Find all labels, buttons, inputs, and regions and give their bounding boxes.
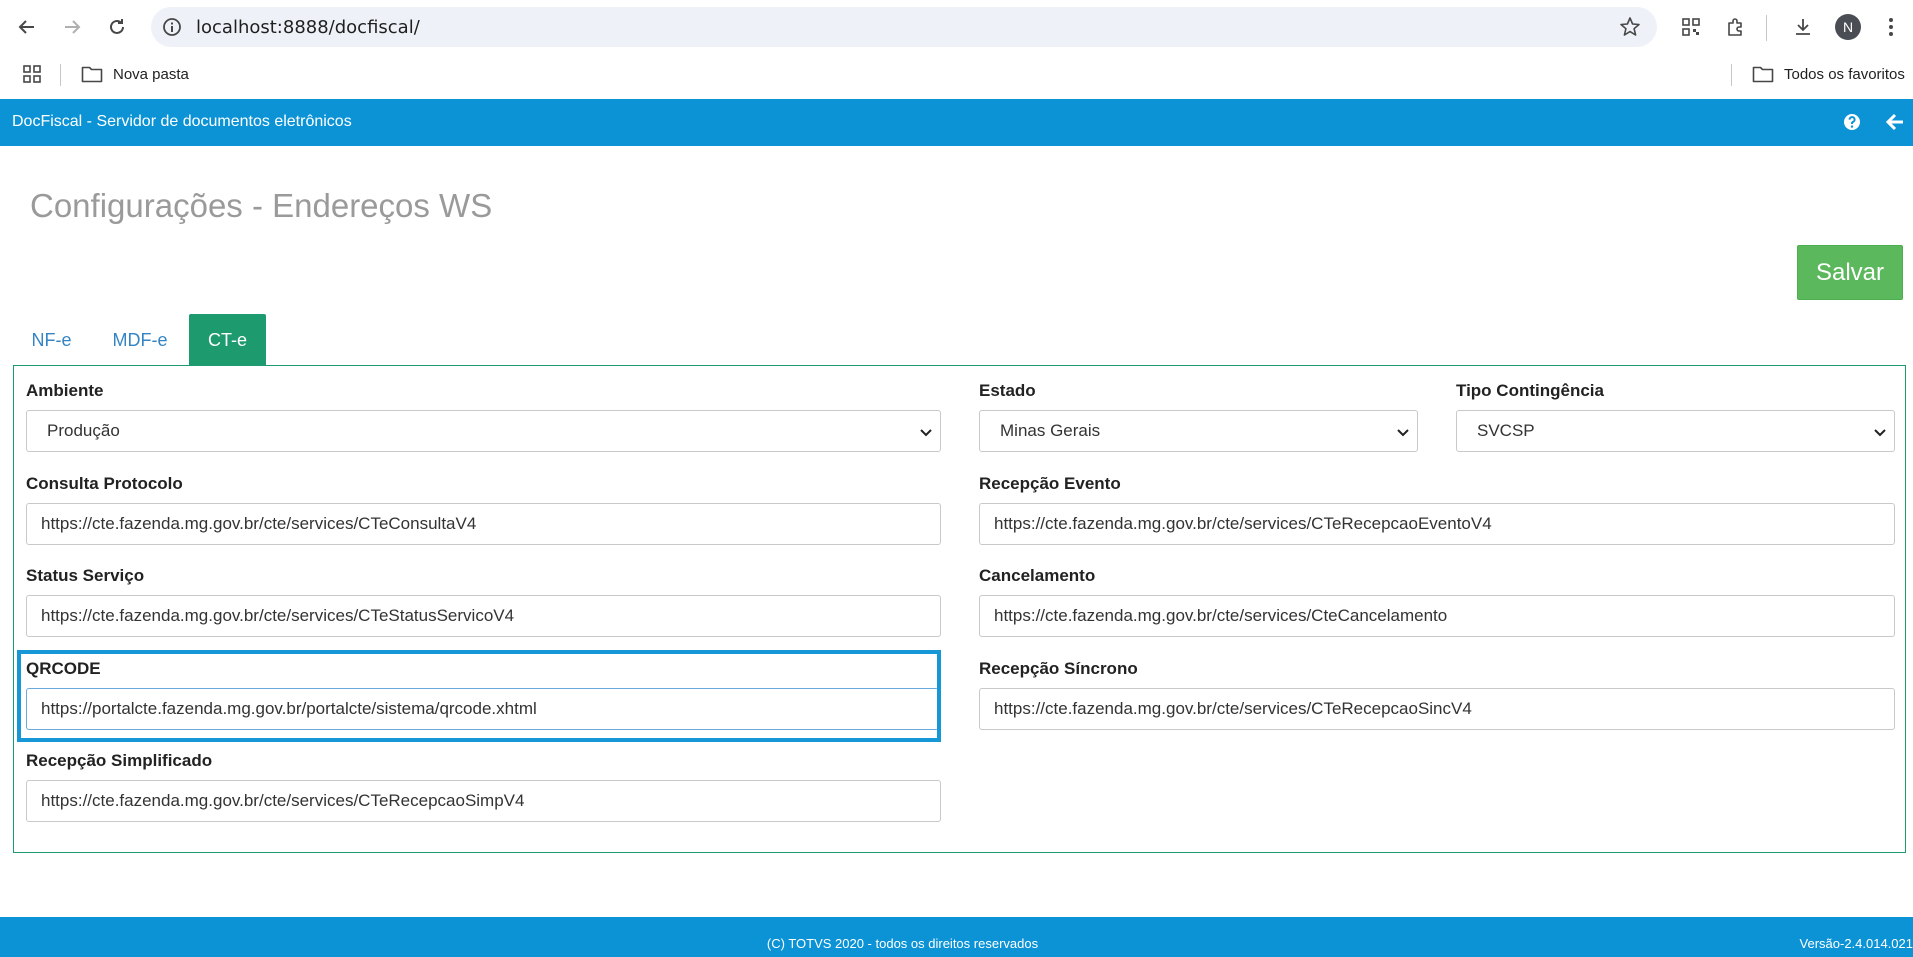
bookmark-label: Todos os favoritos — [1784, 65, 1905, 83]
estado-value: Minas Gerais — [1000, 421, 1101, 440]
recepcao-evento-label: Recepção Evento — [979, 474, 1121, 493]
arrow-right-icon — [65, 20, 81, 34]
tipo-contingencia-select[interactable]: SVCSP — [1456, 410, 1895, 452]
ambiente-select[interactable]: Produção — [26, 410, 941, 452]
bookmarks-divider — [1731, 64, 1732, 86]
cancelamento-label: Cancelamento — [979, 566, 1096, 585]
reload-icon — [110, 19, 124, 34]
recepcao-sincrono-input[interactable]: https://cte.fazenda.mg.gov.br/cte/servic… — [979, 688, 1895, 730]
recepcao-simplificado-label: Recepção Simplificado — [26, 751, 213, 770]
consulta-protocolo-input[interactable]: https://cte.fazenda.mg.gov.br/cte/servic… — [26, 503, 941, 545]
recepcao-sincrono-label: Recepção Síncrono — [979, 659, 1138, 678]
chevron-down-icon — [1874, 429, 1886, 437]
recepcao-simplificado-input[interactable]: https://cte.fazenda.mg.gov.br/cte/servic… — [26, 780, 941, 822]
app-header: DocFiscal - Servidor de documentos eletr… — [0, 99, 1913, 146]
tab-nfe[interactable]: NF-e — [14, 314, 89, 366]
consulta-protocolo-label: Consulta Protocolo — [26, 474, 183, 493]
folder-icon — [81, 66, 103, 83]
profile-avatar[interactable]: N — [1835, 14, 1861, 40]
tab-cte[interactable]: CT-e — [189, 314, 266, 366]
bookmark-label: Nova pasta — [113, 65, 189, 83]
qrcode-input[interactable]: https://portalcte.fazenda.mg.gov.br/port… — [26, 688, 939, 730]
tab-mdfe[interactable]: MDF-e — [93, 314, 187, 366]
app-footer: (C) TOTVS 2020 - todos os direitos reser… — [0, 917, 1913, 957]
toolbar-divider — [1766, 15, 1767, 41]
chevron-down-icon — [920, 429, 932, 437]
save-button[interactable]: Salvar — [1797, 245, 1903, 300]
download-icon[interactable] — [1790, 14, 1816, 40]
extensions-icon[interactable] — [1723, 14, 1749, 40]
logout-arrow-icon[interactable] — [1885, 112, 1905, 132]
tipo-contingencia-label: Tipo Contingência — [1456, 381, 1604, 400]
apps-grid-icon[interactable] — [22, 64, 42, 84]
bookmark-star-icon[interactable] — [1619, 16, 1641, 38]
version-text: Versão-2.4.014.021 — [1799, 936, 1913, 951]
status-servico-input[interactable]: https://cte.fazenda.mg.gov.br/cte/servic… — [26, 595, 941, 637]
url-text[interactable]: localhost:8888/docfiscal/ — [196, 17, 420, 38]
reload-button[interactable] — [102, 12, 132, 42]
back-button[interactable] — [12, 12, 42, 42]
recepcao-evento-input[interactable]: https://cte.fazenda.mg.gov.br/cte/servic… — [979, 503, 1895, 545]
page-title: Configurações - Endereços WS — [30, 187, 493, 224]
tipo-contingencia-value: SVCSP — [1477, 421, 1535, 440]
qr-code-icon[interactable] — [1678, 14, 1704, 40]
app-title: DocFiscal - Servidor de documentos eletr… — [12, 113, 352, 130]
chevron-down-icon — [1397, 429, 1409, 437]
estado-label: Estado — [979, 381, 1036, 400]
ambiente-value: Produção — [47, 421, 120, 440]
copyright-text: (C) TOTVS 2020 - todos os direitos reser… — [766, 936, 1039, 951]
bookmarks-bar: Nova pasta Todos os favoritos — [0, 55, 1913, 99]
more-menu-icon[interactable] — [1878, 14, 1904, 40]
bookmarks-divider — [60, 64, 61, 86]
cancelamento-input[interactable]: https://cte.fazenda.mg.gov.br/cte/servic… — [979, 595, 1895, 637]
forward-button[interactable] — [57, 12, 87, 42]
qrcode-label: QRCODE — [26, 659, 101, 678]
help-icon[interactable] — [1842, 112, 1862, 132]
bookmark-folder-nova-pasta[interactable]: Nova pasta — [81, 61, 189, 87]
ambiente-label: Ambiente — [26, 381, 104, 400]
bookmark-folder-all[interactable]: Todos os favoritos — [1752, 61, 1905, 87]
address-bar[interactable]: localhost:8888/docfiscal/ — [151, 7, 1657, 47]
arrow-left-icon — [18, 20, 34, 34]
estado-select[interactable]: Minas Gerais — [979, 410, 1418, 452]
status-servico-label: Status Serviço — [26, 566, 145, 585]
site-info-icon[interactable] — [162, 17, 182, 37]
browser-toolbar: localhost:8888/docfiscal/ N — [0, 0, 1913, 55]
folder-icon — [1752, 66, 1774, 83]
